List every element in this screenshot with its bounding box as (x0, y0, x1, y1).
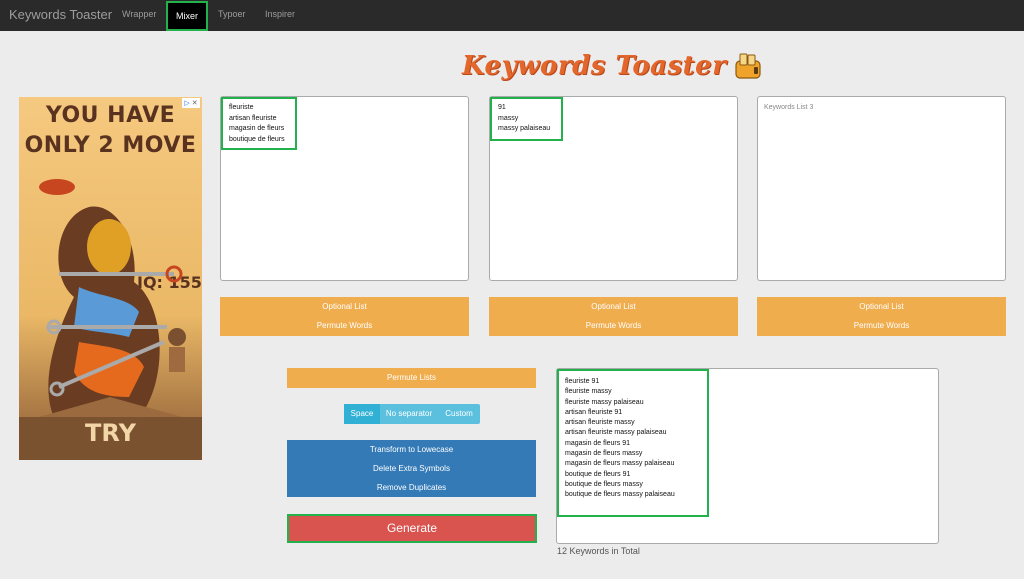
navbar: Keywords Toaster Wrapper Mixer Typoer In… (0, 0, 1024, 31)
keywords-list-3-placeholder: Keywords List 3 (764, 104, 814, 111)
list-item: artisan fleuriste massy (565, 419, 635, 427)
keywords-list-1[interactable]: fleuriste artisan fleuriste magasin de f… (220, 96, 469, 281)
page-logo: Keywords Toaster (462, 51, 764, 81)
separator-none-button[interactable]: No separator (380, 404, 438, 424)
permute-words-button-1[interactable]: Permute Words (220, 316, 469, 336)
optional-list-button-3[interactable]: Optional List (757, 297, 1006, 316)
separator-toggle: Space No separator Custom (344, 404, 480, 424)
list-item: fleuriste massy (565, 388, 612, 396)
optional-list-button-2[interactable]: Optional List (489, 297, 738, 316)
generate-button[interactable]: Generate (287, 514, 537, 543)
list-item: fleuriste (229, 104, 254, 111)
delete-symbols-button[interactable]: Delete Extra Symbols (287, 459, 536, 478)
list-item: fleuriste massy palaiseau (565, 398, 644, 406)
keywords-list-3[interactable]: Keywords List 3 (757, 96, 1006, 281)
list-item: boutique de fleurs 91 (565, 470, 631, 478)
nav-link-typoer[interactable]: Typoer (218, 9, 246, 19)
separator-space-button[interactable]: Space (344, 404, 380, 424)
permute-lists-button[interactable]: Permute Lists (287, 368, 536, 388)
toaster-icon (735, 53, 762, 79)
ad-illustration (19, 179, 202, 460)
list-item: fleuriste 91 (565, 378, 600, 385)
list-item: magasin de fleurs (229, 125, 285, 132)
list-item: artisan fleuriste massy palaiseau (565, 429, 667, 437)
transform-lowercase-button[interactable]: Transform to Lowecase (287, 440, 536, 459)
results-content: fleuriste 91 fleuriste massy fleuriste m… (557, 369, 709, 517)
keywords-list-2-content: 91 massy massy palaiseau (490, 97, 563, 141)
nav-link-mixer[interactable]: Mixer (166, 1, 208, 31)
list-item: boutique de fleurs massy palaiseau (565, 491, 675, 499)
list-item: boutique de fleurs massy (565, 480, 643, 488)
optional-list-button-1[interactable]: Optional List (220, 297, 469, 316)
list-item: artisan fleuriste (229, 114, 277, 122)
separator-custom-button[interactable]: Custom (438, 404, 480, 424)
ad-try-button[interactable]: TRY (19, 419, 202, 447)
keywords-total: 12 Keywords in Total (557, 546, 640, 556)
list-item: massy palaiseau (498, 125, 551, 132)
list-item: massy (498, 114, 519, 122)
permute-words-button-2[interactable]: Permute Words (489, 316, 738, 336)
list-item: boutique de fleurs (229, 135, 285, 143)
list-item: magasin de fleurs massy palaiseau (565, 460, 675, 468)
nav-link-inspirer[interactable]: Inspirer (265, 9, 295, 19)
results-textarea[interactable]: fleuriste 91 fleuriste massy fleuriste m… (556, 368, 939, 544)
navbar-brand[interactable]: Keywords Toaster (9, 7, 112, 22)
keywords-list-1-content: fleuriste artisan fleuriste magasin de f… (221, 97, 297, 150)
ad-banner[interactable]: ▷ ✕ YOU HAVE ONLY 2 MOVE IQ: 155 TRY (19, 97, 202, 460)
list-item: magasin de fleurs 91 (565, 439, 630, 447)
nav-link-wrapper[interactable]: Wrapper (122, 9, 156, 19)
list-item: magasin de fleurs massy (565, 450, 643, 458)
remove-duplicates-button[interactable]: Remove Duplicates (287, 478, 536, 497)
keywords-list-2[interactable]: 91 massy massy palaiseau (489, 96, 738, 281)
list-item: 91 (498, 104, 506, 111)
logo-title: Keywords Toaster (462, 51, 727, 81)
permute-words-button-3[interactable]: Permute Words (757, 316, 1006, 336)
list-item: artisan fleuriste 91 (565, 408, 623, 416)
